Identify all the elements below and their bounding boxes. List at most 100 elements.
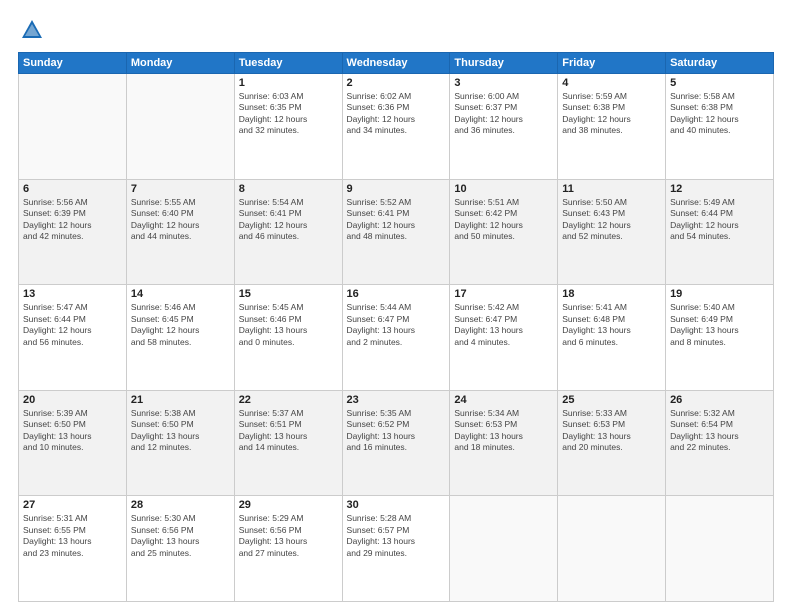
calendar-cell: 1 Sunrise: 6:03 AM Sunset: 6:35 PM Daylig…	[234, 74, 342, 180]
day-info: Sunrise: 5:45 AM Sunset: 6:46 PM Dayligh…	[239, 302, 338, 348]
calendar-cell: 26Sunrise: 5:32 AM Sunset: 6:54 PM Dayli…	[666, 390, 774, 496]
calendar-cell	[450, 496, 558, 602]
week-row-5: 27 Sunrise: 5:31 AM Sunset: 6:55 PM Dayli…	[19, 496, 774, 602]
day-info: Sunrise: 5:34 AM Sunset: 6:53 PM Dayligh…	[454, 408, 553, 454]
day-number: 1	[239, 77, 338, 89]
day-info: Sunrise: 5:58 AM Sunset: 6:38 PM Dayligh…	[670, 91, 769, 137]
calendar-cell: 25Sunrise: 5:33 AM Sunset: 6:53 PM Dayli…	[558, 390, 666, 496]
day-number: 18	[562, 288, 661, 300]
calendar-cell: 3 Sunrise: 6:00 AM Sunset: 6:37 PM Daylig…	[450, 74, 558, 180]
day-number: 14	[131, 288, 230, 300]
calendar-cell: 19 Sunrise: 5:40 AM Sunset: 6:49 PM Dayli…	[666, 285, 774, 391]
calendar-cell	[19, 74, 127, 180]
day-number: 20	[23, 394, 122, 406]
day-number: 3	[454, 77, 553, 89]
day-number: 7	[131, 183, 230, 195]
weekday-header-thursday: Thursday	[450, 53, 558, 74]
calendar-cell: 20 Sunrise: 5:39 AM Sunset: 6:50 PM Dayli…	[19, 390, 127, 496]
calendar-cell: 23 Sunrise: 5:35 AM Sunset: 6:52 PM Dayli…	[342, 390, 450, 496]
day-number: 4	[562, 77, 661, 89]
day-number: 10	[454, 183, 553, 195]
day-number: 28	[131, 499, 230, 511]
calendar-cell: 5 Sunrise: 5:58 AM Sunset: 6:38 PM Daylig…	[666, 74, 774, 180]
day-number: 21	[131, 394, 230, 406]
calendar-cell: 27 Sunrise: 5:31 AM Sunset: 6:55 PM Dayli…	[19, 496, 127, 602]
calendar-cell: 15Sunrise: 5:45 AM Sunset: 6:46 PM Dayli…	[234, 285, 342, 391]
day-number: 6	[23, 183, 122, 195]
calendar-cell: 4 Sunrise: 5:59 AM Sunset: 6:38 PM Daylig…	[558, 74, 666, 180]
calendar-cell: 29 Sunrise: 5:29 AM Sunset: 6:56 PM Dayli…	[234, 496, 342, 602]
day-info: Sunrise: 5:35 AM Sunset: 6:52 PM Dayligh…	[347, 408, 446, 454]
day-info: Sunrise: 5:44 AM Sunset: 6:47 PM Dayligh…	[347, 302, 446, 348]
calendar-cell: 18 Sunrise: 5:41 AM Sunset: 6:48 PM Dayli…	[558, 285, 666, 391]
week-row-4: 20 Sunrise: 5:39 AM Sunset: 6:50 PM Dayli…	[19, 390, 774, 496]
calendar-cell: 7 Sunrise: 5:55 AM Sunset: 6:40 PM Daylig…	[126, 179, 234, 285]
calendar-cell	[558, 496, 666, 602]
calendar-cell: 22 Sunrise: 5:37 AM Sunset: 6:51 PM Dayli…	[234, 390, 342, 496]
day-info: Sunrise: 5:51 AM Sunset: 6:42 PM Dayligh…	[454, 197, 553, 243]
day-info: Sunrise: 5:29 AM Sunset: 6:56 PM Dayligh…	[239, 513, 338, 559]
header	[18, 16, 774, 44]
day-number: 27	[23, 499, 122, 511]
day-number: 17	[454, 288, 553, 300]
weekday-header-wednesday: Wednesday	[342, 53, 450, 74]
calendar-cell: 2 Sunrise: 6:02 AM Sunset: 6:36 PM Daylig…	[342, 74, 450, 180]
calendar-cell: 16 Sunrise: 5:44 AM Sunset: 6:47 PM Dayli…	[342, 285, 450, 391]
week-row-3: 13Sunrise: 5:47 AM Sunset: 6:44 PM Dayli…	[19, 285, 774, 391]
calendar-cell	[666, 496, 774, 602]
calendar-cell: 28 Sunrise: 5:30 AM Sunset: 6:56 PM Dayli…	[126, 496, 234, 602]
day-info: Sunrise: 5:41 AM Sunset: 6:48 PM Dayligh…	[562, 302, 661, 348]
calendar-cell: 10 Sunrise: 5:51 AM Sunset: 6:42 PM Dayli…	[450, 179, 558, 285]
calendar-cell: 30 Sunrise: 5:28 AM Sunset: 6:57 PM Dayli…	[342, 496, 450, 602]
day-number: 24	[454, 394, 553, 406]
day-number: 23	[347, 394, 446, 406]
weekday-header-monday: Monday	[126, 53, 234, 74]
weekday-header-saturday: Saturday	[666, 53, 774, 74]
day-number: 19	[670, 288, 769, 300]
day-info: Sunrise: 5:52 AM Sunset: 6:41 PM Dayligh…	[347, 197, 446, 243]
weekday-header-friday: Friday	[558, 53, 666, 74]
day-info: Sunrise: 5:49 AM Sunset: 6:44 PM Dayligh…	[670, 197, 769, 243]
weekday-header-row: SundayMondayTuesdayWednesdayThursdayFrid…	[19, 53, 774, 74]
day-info: Sunrise: 5:47 AM Sunset: 6:44 PM Dayligh…	[23, 302, 122, 348]
day-info: Sunrise: 5:50 AM Sunset: 6:43 PM Dayligh…	[562, 197, 661, 243]
day-info: Sunrise: 5:28 AM Sunset: 6:57 PM Dayligh…	[347, 513, 446, 559]
day-info: Sunrise: 6:00 AM Sunset: 6:37 PM Dayligh…	[454, 91, 553, 137]
day-info: Sunrise: 5:42 AM Sunset: 6:47 PM Dayligh…	[454, 302, 553, 348]
day-number: 12	[670, 183, 769, 195]
day-info: Sunrise: 5:40 AM Sunset: 6:49 PM Dayligh…	[670, 302, 769, 348]
day-info: Sunrise: 5:46 AM Sunset: 6:45 PM Dayligh…	[131, 302, 230, 348]
calendar-cell: 17 Sunrise: 5:42 AM Sunset: 6:47 PM Dayli…	[450, 285, 558, 391]
day-number: 16	[347, 288, 446, 300]
week-row-2: 6 Sunrise: 5:56 AM Sunset: 6:39 PM Daylig…	[19, 179, 774, 285]
day-info: Sunrise: 5:30 AM Sunset: 6:56 PM Dayligh…	[131, 513, 230, 559]
calendar-cell: 13Sunrise: 5:47 AM Sunset: 6:44 PM Dayli…	[19, 285, 127, 391]
day-number: 22	[239, 394, 338, 406]
day-info: Sunrise: 6:02 AM Sunset: 6:36 PM Dayligh…	[347, 91, 446, 137]
day-number: 2	[347, 77, 446, 89]
day-info: Sunrise: 5:31 AM Sunset: 6:55 PM Dayligh…	[23, 513, 122, 559]
calendar-cell: 24 Sunrise: 5:34 AM Sunset: 6:53 PM Dayli…	[450, 390, 558, 496]
day-number: 29	[239, 499, 338, 511]
day-info: Sunrise: 5:39 AM Sunset: 6:50 PM Dayligh…	[23, 408, 122, 454]
calendar-cell: 9Sunrise: 5:52 AM Sunset: 6:41 PM Daylig…	[342, 179, 450, 285]
logo	[18, 16, 50, 44]
day-info: Sunrise: 5:37 AM Sunset: 6:51 PM Dayligh…	[239, 408, 338, 454]
weekday-header-tuesday: Tuesday	[234, 53, 342, 74]
day-info: Sunrise: 5:59 AM Sunset: 6:38 PM Dayligh…	[562, 91, 661, 137]
week-row-1: 1 Sunrise: 6:03 AM Sunset: 6:35 PM Daylig…	[19, 74, 774, 180]
logo-icon	[18, 16, 46, 44]
day-info: Sunrise: 6:03 AM Sunset: 6:35 PM Dayligh…	[239, 91, 338, 137]
day-info: Sunrise: 5:56 AM Sunset: 6:39 PM Dayligh…	[23, 197, 122, 243]
day-number: 11	[562, 183, 661, 195]
day-number: 5	[670, 77, 769, 89]
page: SundayMondayTuesdayWednesdayThursdayFrid…	[0, 0, 792, 612]
calendar-cell: 11 Sunrise: 5:50 AM Sunset: 6:43 PM Dayli…	[558, 179, 666, 285]
calendar-cell	[126, 74, 234, 180]
calendar-cell: 14 Sunrise: 5:46 AM Sunset: 6:45 PM Dayli…	[126, 285, 234, 391]
day-info: Sunrise: 5:55 AM Sunset: 6:40 PM Dayligh…	[131, 197, 230, 243]
day-number: 25	[562, 394, 661, 406]
day-number: 30	[347, 499, 446, 511]
calendar-cell: 8Sunrise: 5:54 AM Sunset: 6:41 PM Daylig…	[234, 179, 342, 285]
day-info: Sunrise: 5:38 AM Sunset: 6:50 PM Dayligh…	[131, 408, 230, 454]
